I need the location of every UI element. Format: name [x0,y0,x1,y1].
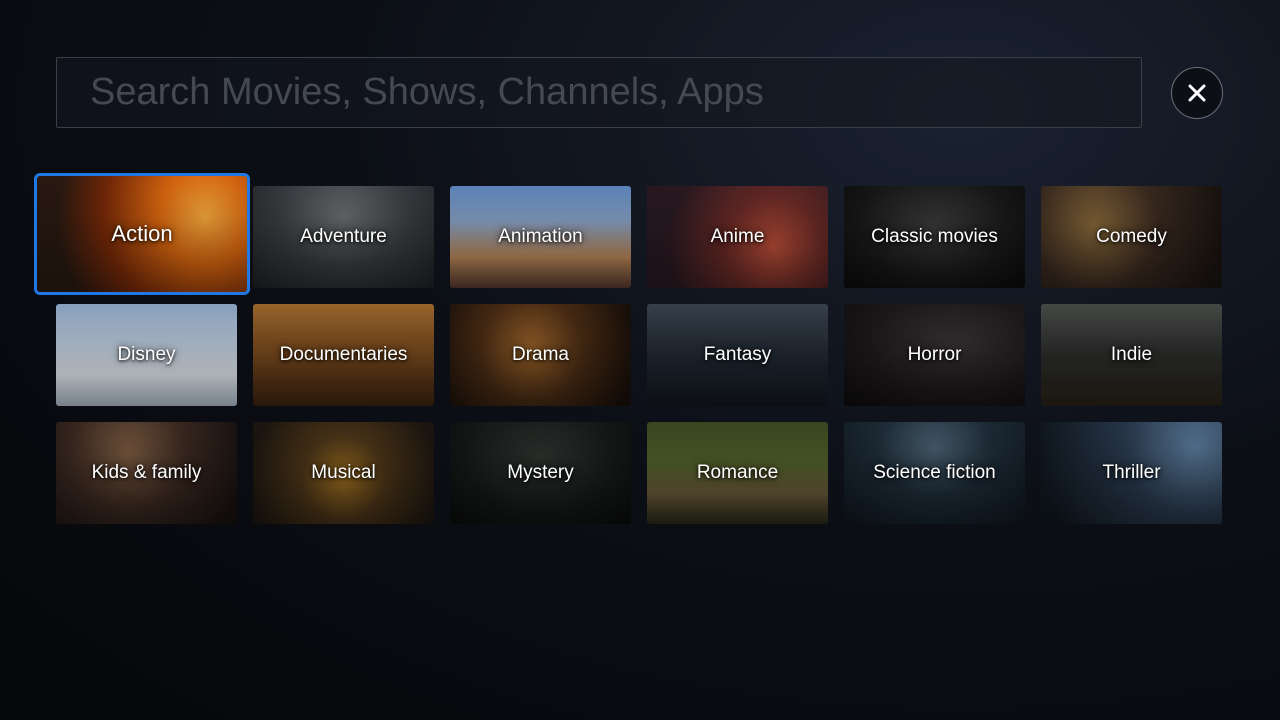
genre-label: Indie [1110,344,1153,365]
genre-label: Fantasy [703,344,772,365]
genre-tile-kids-family[interactable]: Kids & family [56,422,237,524]
genre-tile-animation[interactable]: Animation [450,186,631,288]
genre-tile-indie[interactable]: Indie [1041,304,1222,406]
genre-label: Classic movies [871,226,998,247]
genre-tile-documentaries[interactable]: Documentaries [253,304,434,406]
genre-label: Animation [498,226,583,247]
genre-label: Horror [907,344,962,365]
genre-tile-drama[interactable]: Drama [450,304,631,406]
genre-label: Romance [696,462,779,483]
genre-label: Action [111,221,173,246]
genre-tile-horror[interactable]: Horror [844,304,1025,406]
genre-tile-mystery[interactable]: Mystery [450,422,631,524]
search-input[interactable] [90,71,1141,114]
genre-tile-classic-movies[interactable]: Classic movies [844,186,1025,288]
genre-label: Drama [511,344,569,365]
genre-label: Disney [117,344,176,365]
genre-tile-comedy[interactable]: Comedy [1041,186,1222,288]
genre-tile-disney[interactable]: Disney [56,304,237,406]
genre-label: Adventure [300,226,387,247]
genre-label: Kids & family [91,462,202,483]
genre-tile-action[interactable]: Action [34,173,250,295]
close-button[interactable] [1171,67,1223,119]
genre-label: Comedy [1096,226,1167,247]
genre-tile-musical[interactable]: Musical [253,422,434,524]
genre-tile-romance[interactable]: Romance [647,422,828,524]
genre-label: Science fiction [873,462,996,483]
genre-label: Thriller [1102,462,1161,483]
genre-tile-thriller[interactable]: Thriller [1041,422,1222,524]
genre-label: Anime [710,226,765,247]
genre-label: Musical [311,462,376,483]
close-icon [1188,84,1206,102]
search-bar[interactable] [56,57,1142,128]
genre-tile-adventure[interactable]: Adventure [253,186,434,288]
genre-label: Documentaries [279,344,408,365]
genre-label: Mystery [507,462,574,483]
genre-tile-anime[interactable]: Anime [647,186,828,288]
genre-tile-science-fiction[interactable]: Science fiction [844,422,1025,524]
genre-tile-fantasy[interactable]: Fantasy [647,304,828,406]
